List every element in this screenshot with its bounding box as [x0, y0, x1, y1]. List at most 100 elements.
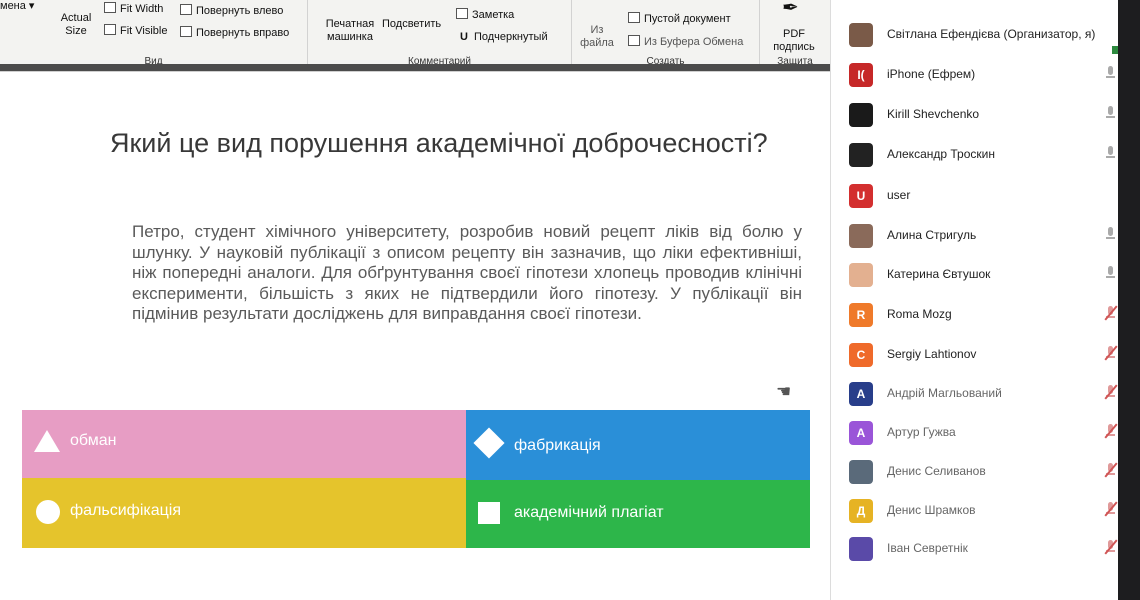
question-passage: Петро, студент хімічного університету, р…	[132, 222, 802, 323]
ribbon-toolbar: мена ▾ Actual Size Fit Width Fit Visible…	[0, 0, 830, 72]
truncated-menu-button[interactable]: мена ▾	[0, 0, 34, 13]
mic-muted-icon[interactable]	[1104, 501, 1118, 517]
note-button[interactable]: Заметка	[456, 8, 514, 22]
answer-label: фальсифікація	[70, 502, 182, 519]
participant-name: user	[887, 188, 911, 202]
participant-name: Kirill Shevchenko	[887, 107, 980, 121]
mic-muted-icon[interactable]	[1104, 462, 1118, 478]
avatar	[849, 23, 873, 47]
rotate-left-button[interactable]: Повернуть влево	[180, 4, 283, 18]
answer-option-2[interactable]: фабрикація	[466, 410, 810, 480]
participant-name: Александр Троскин	[887, 147, 995, 161]
signature-pen-icon: ✒	[782, 0, 799, 19]
actual-size-button[interactable]: Actual Size	[54, 12, 98, 38]
participant-row[interactable]: I( iPhone (Ефрем)	[831, 54, 1119, 94]
participant-row[interactable]: Д Денис Шрамков	[831, 490, 1119, 530]
mic-muted-icon[interactable]	[1104, 305, 1118, 321]
blank-document-button[interactable]: Пустой документ	[628, 12, 731, 26]
avatar: R	[849, 303, 873, 327]
answer-option-4[interactable]: академічний плагіат	[466, 480, 810, 548]
square-icon	[478, 502, 500, 524]
from-clipboard-button[interactable]: Из Буфера Обмена	[628, 35, 743, 49]
document-icon	[628, 12, 640, 23]
clipboard-icon	[628, 35, 640, 46]
participant-row[interactable]: Іван Севретнік	[831, 528, 1119, 568]
participant-row[interactable]: C Sergiy Lahtionov	[831, 334, 1119, 374]
diamond-icon	[473, 427, 505, 459]
underline-icon: U	[460, 31, 468, 43]
answer-label: академічний плагіат	[514, 504, 664, 521]
participant-name: Іван Севретнік	[887, 541, 968, 555]
participant-name: iPhone (Ефрем)	[887, 67, 976, 81]
fit-visible-icon	[104, 24, 116, 35]
note-icon	[456, 8, 468, 19]
avatar: I(	[849, 63, 873, 87]
screen-edge	[1118, 0, 1140, 600]
circle-icon	[36, 500, 60, 524]
highlight-button[interactable]: Подсветить	[382, 18, 441, 31]
mic-icon[interactable]	[1106, 66, 1115, 80]
fit-visible-button[interactable]: Fit Visible	[104, 24, 167, 38]
create-group: Из файла Пустой документ Из Буфера Обмен…	[572, 0, 760, 70]
participant-name: Андрій Магльований	[887, 386, 1002, 400]
avatar	[849, 103, 873, 127]
participant-name: Денис Шрамков	[887, 503, 976, 517]
triangle-icon	[34, 430, 60, 452]
mic-icon[interactable]	[1106, 106, 1115, 120]
participant-row[interactable]: Uuser	[831, 175, 1119, 215]
rotate-left-icon	[180, 4, 192, 15]
from-file-button[interactable]: Из файла	[578, 24, 616, 50]
participant-name: Катерина Євтушок	[887, 267, 991, 281]
mic-icon[interactable]	[1106, 266, 1115, 280]
answer-option-3[interactable]: фальсифікація	[22, 478, 466, 548]
quiz-slide: Який це вид порушення академічної доброч…	[0, 72, 830, 600]
view-group: мена ▾ Actual Size Fit Width Fit Visible…	[0, 0, 308, 70]
participant-name: Артур Гужва	[887, 425, 956, 439]
answer-option-1[interactable]: обман	[22, 410, 466, 478]
participant-row[interactable]: A Андрій Магльований	[831, 373, 1119, 413]
answer-grid: обман фабрикація фальсифікація академічн…	[22, 410, 810, 548]
participant-row[interactable]: R Roma Mozg	[831, 294, 1119, 334]
typewriter-button[interactable]: Печатная машинка	[316, 18, 384, 44]
participant-row[interactable]: Александр Троскин	[831, 134, 1119, 174]
participant-row[interactable]: Kirill Shevchenko	[831, 94, 1119, 134]
avatar: A	[849, 421, 873, 445]
fit-width-button[interactable]: Fit Width	[104, 2, 163, 16]
question-title: Який це вид порушення академічної доброч…	[110, 128, 768, 158]
participant-name: Світлана Ефендієва (Организатор, я)	[887, 27, 1096, 41]
avatar	[849, 263, 873, 287]
participant-row[interactable]: Світлана Ефендієва (Организатор, я)	[831, 14, 1122, 54]
participants-panel: Світлана Ефендієва (Организатор, я) I( iPh…	[830, 0, 1122, 600]
avatar: C	[849, 343, 873, 367]
avatar	[849, 143, 873, 167]
mic-icon[interactable]	[1106, 146, 1115, 160]
answer-label: обман	[70, 432, 117, 449]
underline-button[interactable]: U Подчеркнутый	[460, 31, 548, 44]
participant-row[interactable]: Алина Стригуль	[831, 215, 1119, 255]
participant-row[interactable]: Катерина Євтушок	[831, 254, 1119, 294]
toolbar-divider	[0, 64, 830, 71]
participant-row[interactable]: Денис Селиванов	[831, 451, 1119, 491]
mic-muted-icon[interactable]	[1104, 423, 1118, 439]
rotate-right-icon	[180, 26, 192, 37]
participant-row[interactable]: A Артур Гужва	[831, 412, 1119, 452]
participant-name: Денис Селиванов	[887, 464, 986, 478]
fit-width-icon	[104, 2, 116, 13]
mic-muted-icon[interactable]	[1104, 345, 1118, 361]
mic-muted-icon[interactable]	[1104, 384, 1118, 400]
mic-icon[interactable]	[1106, 227, 1115, 241]
hand-cursor-icon: ☚	[776, 382, 792, 401]
participant-name: Roma Mozg	[887, 307, 952, 321]
rotate-right-button[interactable]: Повернуть вправо	[180, 26, 289, 40]
avatar	[849, 537, 873, 561]
mic-muted-icon[interactable]	[1104, 539, 1118, 555]
avatar	[849, 460, 873, 484]
avatar: A	[849, 382, 873, 406]
comment-group: Печатная машинка Подсветить Заметка U Под…	[308, 0, 572, 70]
avatar: Д	[849, 499, 873, 523]
participant-name: Алина Стригуль	[887, 228, 977, 242]
protect-group: ✒ PDF подпись Защита	[760, 0, 830, 70]
avatar: U	[849, 184, 873, 208]
pdf-sign-button[interactable]: PDF подпись	[764, 28, 824, 54]
avatar	[849, 224, 873, 248]
